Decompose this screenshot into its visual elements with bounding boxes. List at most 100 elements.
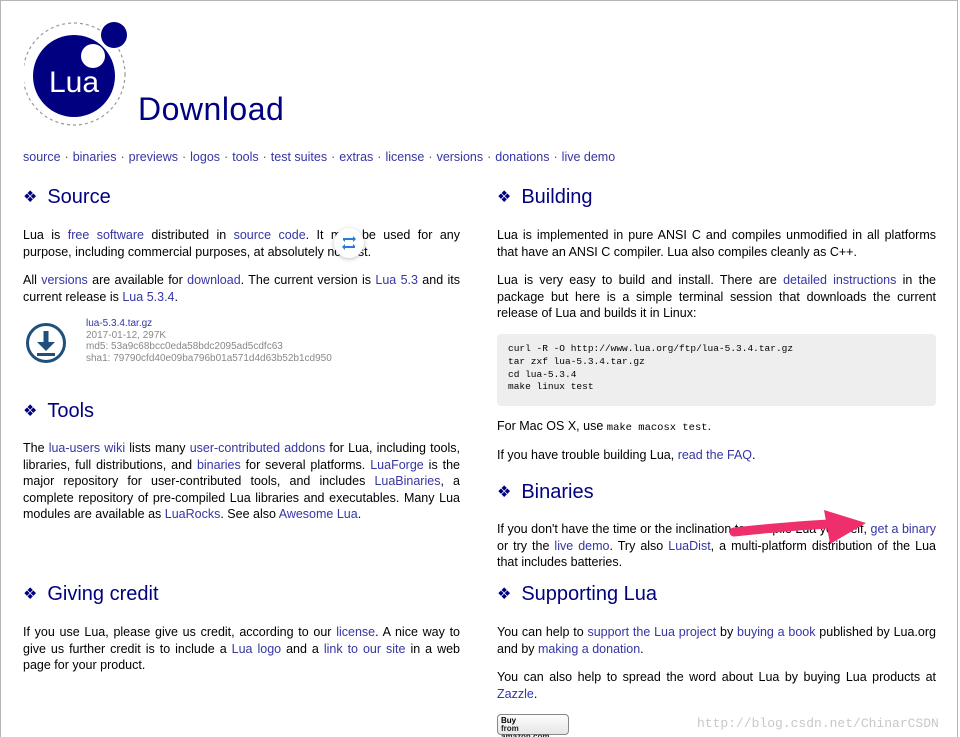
paragraph-text: If you have trouble building Lua, (497, 448, 678, 462)
inline-link[interactable]: detailed instructions (783, 273, 896, 287)
nav-link-license[interactable]: license (385, 150, 424, 164)
download-md5: md5: 53a9c68bcc0eda58bdc2095ad5cdfc63 (86, 341, 283, 352)
diamond-bullet-icon: ❖ (497, 586, 512, 603)
source-heading: ❖ Source (23, 186, 111, 208)
download-filename-link[interactable]: lua-5.3.4.tar.gz (86, 318, 332, 330)
paragraph-text: are available for (87, 273, 188, 287)
download-meta: lua-5.3.4.tar.gz 2017-01-12, 297K md5: 5… (86, 318, 332, 364)
nav-link-live-demo[interactable]: live demo (562, 150, 616, 164)
supporting-section: ❖ Supporting Lua (497, 583, 936, 606)
nav-link-binaries[interactable]: binaries (73, 150, 117, 164)
download-item: lua-5.3.4.tar.gz 2017-01-12, 297K md5: 5… (23, 316, 463, 376)
source-paragraph-1: Lua is free software distributed in sour… (23, 227, 460, 260)
inline-link[interactable]: LuaRocks (165, 507, 221, 521)
paragraph-text: Lua is (23, 228, 68, 242)
nav-separator: · (64, 150, 69, 164)
download-icon[interactable] (26, 323, 66, 363)
credit-heading: ❖ Giving credit (23, 583, 159, 605)
nav-bar: source · binaries · previews · logos · tools · tes… (23, 150, 615, 164)
supporting-paragraph-2: You can also help to spread the word abo… (497, 669, 936, 702)
building-section: ❖ Building (497, 186, 936, 209)
inline-link[interactable]: support the Lua project (587, 625, 716, 639)
paragraph-text: You can also help to spread the word abo… (497, 670, 936, 684)
credit-section: ❖ Giving credit (23, 583, 460, 606)
inline-link[interactable]: Lua 5.3.4 (122, 290, 174, 304)
paragraph-text: for several platforms. (240, 457, 371, 472)
inline-link[interactable]: live demo (554, 539, 609, 553)
nav-link-tools[interactable]: tools (232, 150, 258, 164)
inline-link[interactable]: LuaBinaries (374, 474, 440, 488)
inline-link[interactable]: get a binary (871, 522, 936, 536)
building-heading: ❖ Building (497, 186, 593, 208)
nav-separator: · (181, 150, 187, 164)
paragraph-text: Lua is very easy to build and install. T… (497, 273, 784, 287)
nav-link-test-suites[interactable]: test suites (271, 150, 327, 164)
binaries-section: ❖ Binaries (497, 481, 936, 504)
page-title: Download (138, 91, 285, 127)
lua-logo[interactable]: Lua (24, 22, 130, 128)
paragraph-text: . See also (220, 507, 279, 521)
inline-link[interactable]: source code (234, 228, 306, 242)
inline-link[interactable]: binaries (197, 458, 241, 472)
amazon-line-2: from amazon.com (501, 724, 550, 737)
paragraph-text: If you use Lua, please give us credit, a… (23, 625, 337, 639)
download-sha1: sha1: 79790cfd40e09ba796b01a571d4d63b52b… (86, 352, 332, 364)
paragraph-text: . (174, 289, 178, 304)
nav-link-previews[interactable]: previews (129, 150, 178, 164)
macos-command: make macosx test (606, 422, 708, 434)
watermark-text: http://blog.csdn.net/ChinarCSDN (697, 716, 939, 731)
nav-link-source[interactable]: source (23, 150, 61, 164)
building-paragraph-2: Lua is very easy to build and install. T… (497, 272, 936, 322)
inline-link[interactable]: Zazzle (497, 687, 534, 701)
inline-link[interactable]: free software (68, 228, 144, 242)
download-date-size: 2017-01-12, 297K (86, 329, 167, 341)
inline-link[interactable]: Awesome Lua (279, 507, 358, 521)
paragraph-text: or try the (497, 538, 555, 553)
nav-link-extras[interactable]: extras (339, 150, 373, 164)
paragraph-text: . (533, 686, 538, 701)
inline-link[interactable]: user-contributed addons (190, 441, 326, 455)
inline-link[interactable]: download (187, 273, 241, 287)
nav-separator: · (262, 150, 267, 164)
inline-link[interactable]: read the FAQ (678, 448, 752, 462)
faq-note: If you have trouble building Lua, read t… (497, 447, 936, 464)
paragraph-text: . The current version is (240, 273, 376, 287)
nav-link-donations[interactable]: donations (495, 150, 549, 164)
inline-link[interactable]: lua-users wiki (49, 441, 125, 455)
nav-separator: · (120, 150, 125, 164)
inline-link[interactable]: making a donation (538, 642, 640, 656)
inline-link[interactable]: buying a book (737, 625, 815, 639)
paragraph-text: . (752, 448, 756, 462)
source-section: ❖ Source (23, 186, 460, 209)
paragraph-text: distributed in (143, 228, 234, 242)
inline-link[interactable]: LuaForge (370, 458, 424, 472)
tools-heading: ❖ Tools (23, 400, 95, 422)
paragraph-text: by (716, 625, 738, 639)
inline-link[interactable]: license (336, 625, 375, 639)
tools-paragraph: The lua-users wiki lists many user-contr… (23, 440, 460, 523)
diamond-bullet-icon: ❖ (497, 189, 512, 206)
inline-link[interactable]: Lua logo (232, 642, 281, 656)
macos-note: For Mac OS X, use make macosx test. (497, 419, 712, 434)
credit-paragraph: If you use Lua, please give us credit, a… (23, 624, 460, 674)
inline-link[interactable]: versions (41, 273, 88, 287)
source-paragraph-2: All versions are available for download.… (23, 272, 460, 305)
inline-link[interactable]: link to our site (324, 642, 406, 656)
buy-from-amazon-button[interactable]: Buy from amazon.com (497, 714, 569, 737)
nav-separator: · (428, 150, 433, 164)
diamond-bullet-icon: ❖ (497, 484, 512, 501)
retweet-overlay-button[interactable] (334, 228, 364, 258)
nav-link-versions[interactable]: versions (437, 150, 484, 164)
supporting-heading: ❖ Supporting Lua (497, 583, 658, 605)
inline-link[interactable]: LuaDist (668, 539, 710, 553)
nav-link-logos[interactable]: logos (190, 150, 220, 164)
binaries-paragraph: If you don't have the time or the inclin… (497, 521, 936, 571)
terminal-code-block: curl -R -O http://www.lua.org/ftp/lua-5.… (497, 334, 936, 406)
paragraph-text: . (640, 641, 644, 656)
inline-link[interactable]: Lua 5.3 (375, 273, 418, 287)
diamond-bullet-icon: ❖ (23, 403, 38, 420)
binaries-heading: ❖ Binaries (497, 481, 594, 503)
paragraph-text: and a (281, 641, 324, 656)
diamond-bullet-icon: ❖ (23, 189, 38, 206)
nav-separator: · (331, 150, 336, 164)
